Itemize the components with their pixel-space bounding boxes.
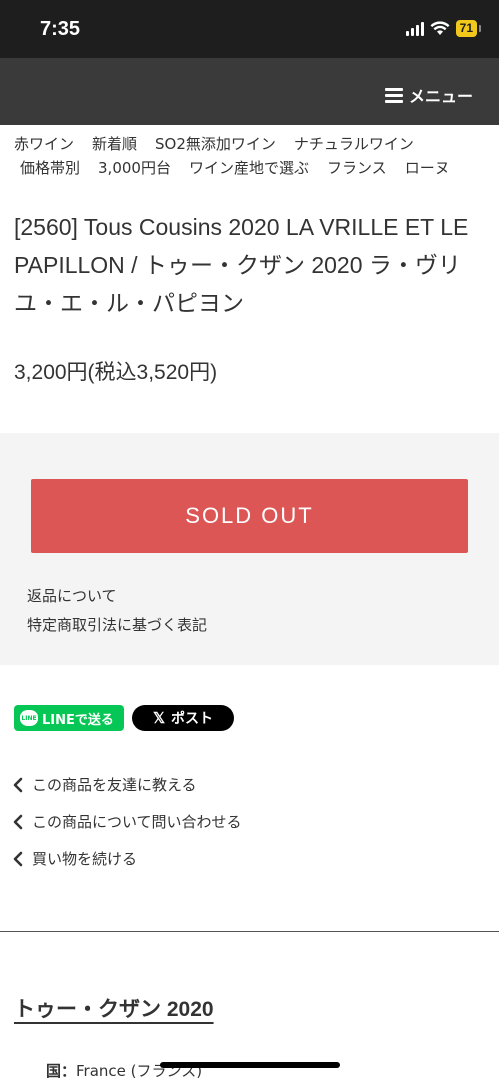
product-title: [2560] Tous Cousins 2020 LA VRILLE ET LE… — [14, 214, 469, 316]
breadcrumb-item[interactable]: フランス — [327, 156, 387, 180]
breadcrumb-item[interactable]: ワイン産地で選ぶ — [189, 156, 309, 180]
action-label: 買い物を続ける — [32, 850, 138, 868]
line-logo-icon: LINE — [20, 710, 38, 726]
chevron-left-icon — [13, 777, 23, 792]
breadcrumb-item[interactable]: ナチュラルワイン — [294, 132, 414, 156]
action-label: この商品について問い合わせる — [32, 813, 242, 831]
line-share-label: LINEで送る — [42, 712, 114, 728]
line-share-button[interactable]: LINE LINEで送る — [14, 705, 124, 731]
inquiry-link[interactable]: この商品について問い合わせる — [12, 811, 242, 832]
details-section-title: トゥー・クザン 2020 — [14, 998, 214, 1021]
hamburger-icon — [384, 87, 403, 103]
breadcrumb-item[interactable]: ローヌ — [405, 156, 450, 180]
action-label: この商品を友達に教える — [32, 776, 197, 794]
breadcrumb-item[interactable]: SO2無添加ワイン — [155, 132, 276, 156]
x-post-label: ポスト — [171, 711, 214, 727]
purchase-panel: SOLD OUT 返品について 特定商取引法に基づく表記 — [0, 433, 499, 665]
breadcrumb-item[interactable]: 新着順 — [92, 132, 137, 156]
continue-shopping-link[interactable]: 買い物を続ける — [12, 848, 137, 869]
status-time: 7:35 — [40, 18, 81, 40]
tell-friend-link[interactable]: この商品を友達に教える — [12, 774, 197, 795]
battery-icon: 71 — [455, 20, 482, 37]
breadcrumb-line-1: 赤ワイン 新着順 SO2無添加ワイン ナチュラルワイン — [0, 132, 499, 156]
section-divider — [0, 931, 499, 932]
breadcrumb-item[interactable]: 赤ワイン — [14, 132, 74, 156]
product-price: 3,200円(税込3,520円) — [14, 361, 218, 384]
returns-link[interactable]: 返品について — [27, 585, 117, 606]
breadcrumb: 赤ワイン 新着順 SO2無添加ワイン ナチュラルワイン 価格帯別 3,000円台… — [0, 132, 499, 180]
cellular-signal-icon — [405, 21, 424, 36]
menu-label: メニュー — [408, 87, 473, 106]
breadcrumb-item[interactable]: 3,000円台 — [98, 156, 171, 180]
x-post-button[interactable]: 𝕏 ポスト — [132, 705, 234, 731]
breadcrumb-item[interactable]: 価格帯別 — [20, 156, 80, 180]
site-header: メニュー — [0, 58, 499, 125]
home-indicator[interactable] — [160, 1062, 340, 1068]
chevron-left-icon — [13, 814, 23, 829]
breadcrumb-line-2: 価格帯別 3,000円台 ワイン産地で選ぶ フランス ローヌ — [0, 156, 499, 180]
menu-button[interactable]: メニュー — [384, 83, 473, 107]
status-icons: 71 — [405, 20, 482, 37]
status-bar: 7:35 71 — [0, 0, 499, 58]
sold-out-button[interactable]: SOLD OUT — [31, 479, 468, 553]
x-logo-icon: 𝕏 — [152, 710, 166, 727]
country-label: 国： — [46, 1062, 77, 1080]
chevron-left-icon — [13, 851, 23, 866]
legal-notice-link[interactable]: 特定商取引法に基づく表記 — [27, 614, 207, 635]
wifi-icon — [430, 21, 450, 35]
